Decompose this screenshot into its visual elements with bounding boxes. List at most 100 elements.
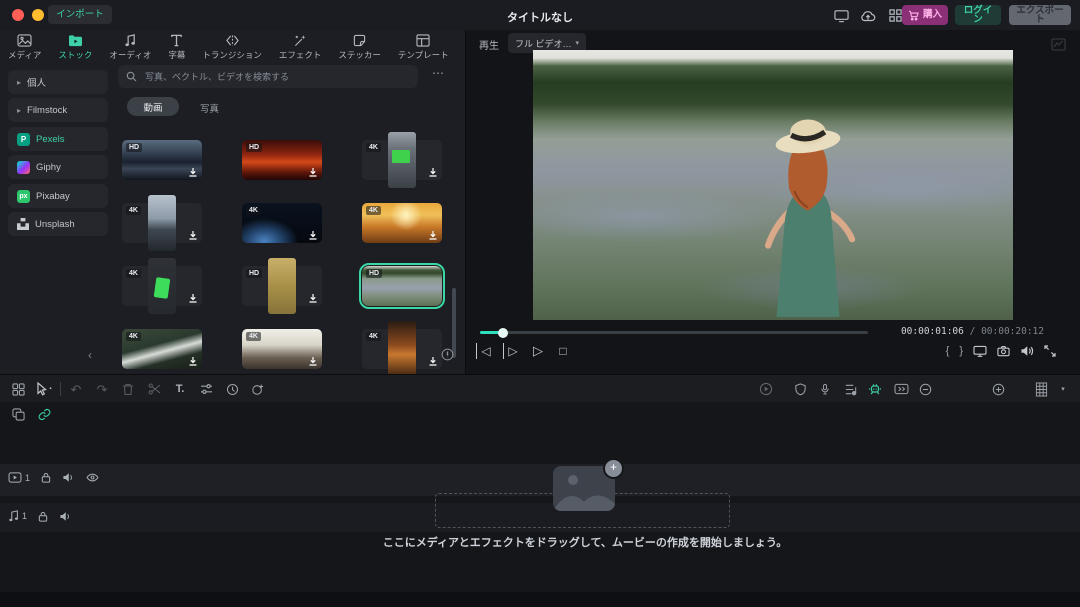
tab-stickers[interactable]: ステッカー	[336, 34, 383, 61]
stock-video-road-sky[interactable]: 4K	[122, 203, 202, 243]
more-options-icon[interactable]: ⋯	[432, 66, 445, 80]
stock-video-golden-grass[interactable]: HD	[242, 266, 322, 306]
info-icon[interactable]	[441, 348, 454, 361]
timeline-area[interactable]: 1 1	[0, 402, 1080, 592]
marker-icon[interactable]	[893, 381, 909, 397]
filter-tab-photo[interactable]: 写真	[200, 101, 219, 115]
cloud-upload-icon[interactable]	[860, 8, 876, 23]
scopes-icon[interactable]	[1051, 38, 1066, 51]
shield-icon[interactable]	[792, 381, 808, 397]
stock-search-bar[interactable]	[118, 65, 418, 88]
export-button[interactable]: エクスポート	[1009, 5, 1071, 25]
stock-video-couple[interactable]: 4K	[242, 329, 322, 369]
login-button[interactable]: ログイン	[955, 5, 1001, 25]
timeline-bottom-scrollbar-area[interactable]	[0, 592, 1080, 607]
apps-grid-icon[interactable]	[887, 8, 903, 23]
speed-icon[interactable]	[224, 381, 240, 397]
display-layout-icon[interactable]	[833, 8, 849, 23]
split-scissors-icon[interactable]	[146, 381, 162, 397]
download-icon[interactable]	[428, 167, 438, 177]
delete-trash-icon[interactable]	[120, 381, 136, 397]
second-monitor-icon[interactable]	[973, 345, 987, 357]
resolution-badge: 4K	[366, 206, 381, 215]
sidebar-item-pixabay[interactable]: px Pixabay	[8, 184, 108, 208]
playback-progress-bar[interactable]	[480, 331, 868, 334]
download-icon[interactable]	[188, 293, 198, 303]
tab-stock[interactable]: ストック	[56, 34, 94, 61]
download-icon[interactable]	[188, 167, 198, 177]
tab-titles[interactable]: 字幕	[166, 34, 187, 61]
tab-media[interactable]: メディア	[6, 34, 43, 61]
filter-tab-video[interactable]: 動画	[127, 97, 179, 116]
import-button[interactable]: インポート	[48, 5, 112, 24]
download-icon[interactable]	[428, 356, 438, 366]
tab-effects[interactable]: エフェクト	[277, 34, 324, 61]
auto-ripple-link-icon[interactable]	[38, 408, 51, 421]
volume-icon[interactable]	[1020, 345, 1034, 357]
collapse-sidebar-chevron-icon[interactable]: ‹	[88, 348, 92, 362]
mark-out-button[interactable]: }	[959, 345, 963, 357]
close-window-button[interactable]	[12, 9, 24, 21]
preview-subject-woman	[745, 108, 871, 320]
tab-transition[interactable]: トランジション	[200, 34, 264, 61]
stock-video-earth-space[interactable]: 4K	[242, 203, 322, 243]
video-preview-canvas[interactable]	[533, 50, 1013, 320]
sidebar-item-unsplash[interactable]: Unsplash	[8, 212, 108, 236]
snapshot-camera-icon[interactable]	[997, 345, 1010, 357]
play-button[interactable]: ▷	[530, 343, 546, 359]
stock-video-woman-flower-field-selected[interactable]: HD	[362, 266, 442, 306]
mark-in-button[interactable]: {	[946, 345, 950, 357]
text-tool-icon[interactable]: T.	[172, 381, 188, 397]
add-keyframe-icon[interactable]	[250, 381, 266, 397]
tab-templates[interactable]: テンプレート	[396, 34, 451, 61]
lock-icon[interactable]	[38, 511, 48, 522]
stock-video-waves[interactable]: 4K	[122, 329, 202, 369]
download-icon[interactable]	[428, 230, 438, 240]
fullscreen-icon[interactable]	[1044, 345, 1056, 357]
next-frame-button[interactable]: ▷	[503, 343, 521, 359]
video-track-lane[interactable]	[0, 464, 1080, 496]
sidebar-item-pexels[interactable]: P Pexels	[8, 127, 108, 151]
lock-icon[interactable]	[41, 472, 51, 483]
progress-handle[interactable]	[498, 328, 508, 338]
stock-video-autumn[interactable]: 4K	[362, 329, 442, 369]
hide-track-eye-icon[interactable]	[86, 473, 99, 482]
voiceover-mic-icon[interactable]	[817, 381, 833, 397]
stop-button[interactable]: □	[555, 343, 571, 359]
track-manager-icon[interactable]	[1033, 381, 1049, 397]
audio-mixer-icon[interactable]	[842, 381, 858, 397]
copy-stack-icon[interactable]	[12, 408, 25, 421]
previous-frame-button[interactable]: ◁	[476, 343, 494, 359]
download-icon[interactable]	[308, 167, 318, 177]
track-manager-dropdown-icon[interactable]: ▾	[1055, 381, 1071, 397]
zoom-out-icon[interactable]	[917, 381, 933, 397]
search-input[interactable]	[143, 71, 410, 83]
select-tool-pointer-icon[interactable]: ▪	[36, 381, 52, 397]
tab-audio[interactable]: オーディオ	[107, 34, 153, 61]
plugin-robot-icon[interactable]	[867, 381, 883, 397]
stock-video-mountain-lake[interactable]: HD	[122, 140, 202, 180]
download-icon[interactable]	[308, 356, 318, 366]
adjust-sliders-icon[interactable]	[198, 381, 214, 397]
stock-video-ocean-sunset[interactable]: 4K	[362, 203, 442, 243]
redo-icon[interactable]: ↷	[94, 381, 110, 397]
sidebar-item-filmstock[interactable]: ▸ Filmstock	[8, 98, 108, 122]
download-icon[interactable]	[188, 356, 198, 366]
zoom-in-icon[interactable]	[990, 381, 1006, 397]
minimize-window-button[interactable]	[32, 9, 44, 21]
buy-button[interactable]: 購入	[902, 5, 948, 25]
add-media-plus-icon[interactable]: +	[603, 458, 624, 479]
download-icon[interactable]	[188, 230, 198, 240]
download-icon[interactable]	[308, 293, 318, 303]
media-browser-grid-icon[interactable]	[10, 381, 26, 397]
undo-icon[interactable]: ↶	[68, 381, 84, 397]
sidebar-item-personal[interactable]: ▸ 個人	[8, 70, 108, 94]
download-icon[interactable]	[308, 230, 318, 240]
stock-video-greenscreen-laptop[interactable]: 4K	[362, 140, 442, 180]
sidebar-item-giphy[interactable]: Giphy	[8, 155, 108, 179]
mute-track-icon[interactable]	[62, 472, 75, 483]
stock-video-red-sunset[interactable]: HD	[242, 140, 322, 180]
render-preview-icon[interactable]	[758, 381, 774, 397]
stock-video-phone-greenscreen[interactable]: 4K	[122, 266, 202, 306]
mute-track-icon[interactable]	[59, 511, 72, 522]
